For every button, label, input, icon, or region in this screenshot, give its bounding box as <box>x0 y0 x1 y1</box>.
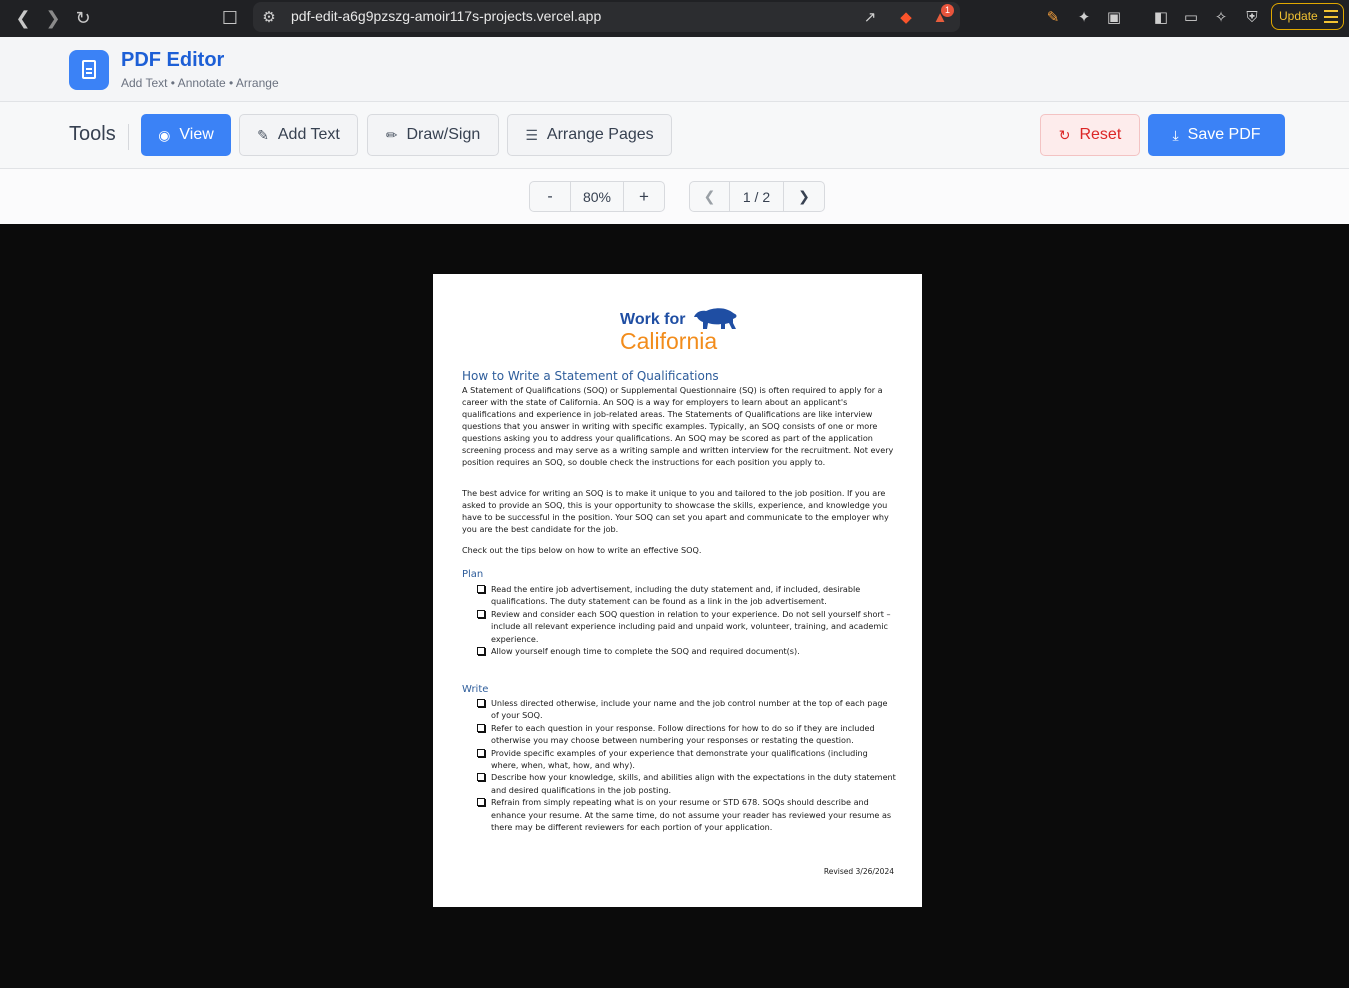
vpn-shield-icon[interactable]: ⛨ <box>1242 8 1262 28</box>
eye-icon: ◉ <box>158 126 171 143</box>
browser-toolbar: ❮ ❯ ↻ ☐ ⚙ pdf-edit-a6g9pzszg-amoir117s-p… <box>0 0 1349 37</box>
tips-paragraph: Check out the tips below on how to write… <box>462 545 702 555</box>
menu-icon <box>1324 10 1338 23</box>
app-title: PDF Editor <box>121 49 225 71</box>
list-item: Describe how your knowledge, skills, and… <box>477 771 897 796</box>
view-controls: - 80% + ❮ 1 / 2 ❯ <box>0 169 1349 224</box>
wallet-icon[interactable]: ▭ <box>1181 8 1201 28</box>
plan-heading: Plan <box>462 569 484 580</box>
tools-toolbar: Tools ◉ View ✎ Add Text ✏ Draw/Sign ☰ Ar… <box>0 102 1349 169</box>
revised-date: Revised 3/26/2024 <box>823 867 894 876</box>
chevron-right-icon: ❯ <box>798 188 810 204</box>
document-title: How to Write a Statement of Qualificatio… <box>462 369 719 383</box>
pdf-page[interactable]: Work for California How to Write a State… <box>433 274 922 907</box>
site-settings-icon[interactable]: ⚙ <box>259 8 279 28</box>
save-pdf-button[interactable]: ⤓ Save PDF <box>1148 114 1285 156</box>
arrange-pages-button[interactable]: ☰ Arrange Pages <box>507 114 672 156</box>
list-item: Review and consider each SOQ question in… <box>477 608 897 645</box>
app-header: PDF Editor Add Text • Annotate • Arrange <box>0 37 1349 102</box>
pencil-icon: ✏ <box>385 126 398 143</box>
toolbar-divider <box>128 124 129 150</box>
list-item: Provide specific examples of your experi… <box>477 747 897 772</box>
next-page-button[interactable]: ❯ <box>784 182 824 211</box>
download-icon: ⤓ <box>1172 126 1179 143</box>
document-icon <box>82 60 96 79</box>
list-icon: ☰ <box>525 126 538 143</box>
app-subtitle: Add Text • Annotate • Arrange <box>121 76 279 90</box>
back-icon[interactable]: ❮ <box>12 7 34 29</box>
zoom-in-button[interactable]: + <box>624 182 664 211</box>
add-text-button[interactable]: ✎ Add Text <box>239 114 358 156</box>
view-button[interactable]: ◉ View <box>141 114 231 156</box>
california-bear-icon <box>694 308 737 329</box>
extensions-icon[interactable]: ✦ <box>1074 8 1094 28</box>
list-item: Refrain from simply repeating what is on… <box>477 796 897 833</box>
bookmark-icon[interactable]: ☐ <box>219 7 241 29</box>
list-item: Allow yourself enough time to complete t… <box>477 645 897 657</box>
rewards-badge: 1 <box>941 4 954 17</box>
reset-label: Reset <box>1079 126 1122 143</box>
app-logo <box>69 50 109 90</box>
arrange-pages-label: Arrange Pages <box>546 126 654 143</box>
zoom-level: 80% <box>571 182 624 211</box>
share-icon[interactable]: ↗ <box>860 8 880 28</box>
zoom-out-button[interactable]: - <box>530 182 571 211</box>
reset-button[interactable]: ↻ Reset <box>1040 114 1140 156</box>
list-item: Refer to each question in your response.… <box>477 722 897 747</box>
page-indicator: 1 / 2 <box>730 182 784 211</box>
reload-icon[interactable]: ↻ <box>72 7 94 29</box>
tools-label: Tools <box>69 123 116 145</box>
update-label: Update <box>1279 9 1318 23</box>
zoom-controls: - 80% + <box>529 181 665 212</box>
list-item: Unless directed otherwise, include your … <box>477 697 897 722</box>
url-text[interactable]: pdf-edit-a6g9pzszg-amoir117s-projects.ve… <box>291 8 601 24</box>
brave-shields-icon[interactable]: ◆ <box>896 8 916 28</box>
logo-work-for: Work for <box>620 311 686 328</box>
plan-list: Read the entire job advertisement, inclu… <box>477 583 897 657</box>
leo-ai-icon[interactable]: ✧ <box>1211 8 1231 28</box>
prev-page-button[interactable]: ❮ <box>690 182 730 211</box>
pen-icon[interactable]: ✎ <box>1043 8 1063 28</box>
list-item: Read the entire job advertisement, inclu… <box>477 583 897 608</box>
page-navigation: ❮ 1 / 2 ❯ <box>689 181 825 212</box>
add-text-label: Add Text <box>277 126 340 143</box>
intro-paragraph: A Statement of Qualifications (SOQ) or S… <box>462 385 894 467</box>
refresh-icon: ↻ <box>1058 126 1071 143</box>
sidebar-icon[interactable]: ◧ <box>1151 8 1171 28</box>
screenshot-icon[interactable]: ▣ <box>1104 8 1124 28</box>
view-label: View <box>179 126 214 143</box>
draw-sign-label: Draw/Sign <box>406 126 481 143</box>
save-pdf-label: Save PDF <box>1187 126 1261 143</box>
chevron-left-icon: ❮ <box>703 188 716 204</box>
update-button[interactable]: Update <box>1271 3 1344 30</box>
write-heading: Write <box>462 684 489 695</box>
write-list: Unless directed otherwise, include your … <box>477 697 897 833</box>
advice-paragraph: The best advice for writing an SOQ is to… <box>462 488 889 534</box>
draw-sign-button[interactable]: ✏ Draw/Sign <box>367 114 499 156</box>
forward-icon[interactable]: ❯ <box>42 7 64 29</box>
edit-icon: ✎ <box>257 126 269 143</box>
